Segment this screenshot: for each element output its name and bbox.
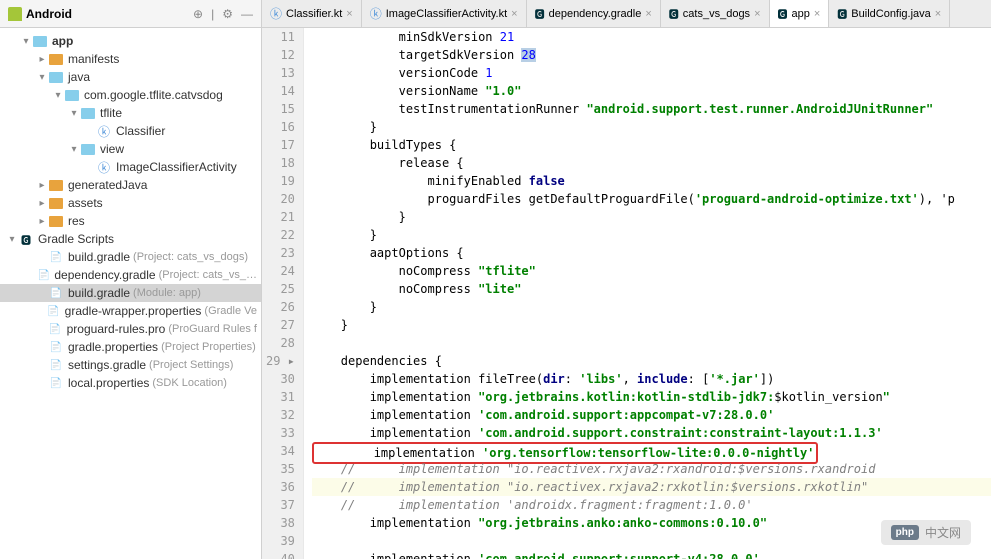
editor-tab[interactable]: ImageClassifierActivity.kt×	[362, 0, 527, 27]
tree-manifests[interactable]: ▸manifests	[0, 50, 261, 68]
tree-java[interactable]: ▾java	[0, 68, 261, 86]
divider-icon: |	[211, 7, 214, 21]
gear-icon[interactable]: ⚙	[222, 7, 233, 21]
tree-gradle-file[interactable]: 📄gradle.properties(Project Properties)	[0, 338, 261, 356]
tree-assets[interactable]: ▸assets	[0, 194, 261, 212]
editor-tab[interactable]: 🅶dependency.gradle×	[527, 0, 661, 27]
close-icon[interactable]: ×	[645, 8, 651, 20]
gutter: 1112131415161718192021222324252627282930…	[262, 28, 304, 559]
tree-view[interactable]: ▾view	[0, 140, 261, 158]
tree-gradle-file[interactable]: 📄proguard-rules.pro(ProGuard Rules f	[0, 320, 261, 338]
project-sidebar: Android ⊕ | ⚙ — ▾app ▸manifests ▾java ▾c…	[0, 0, 262, 559]
watermark: php 中文网	[881, 520, 971, 545]
sidebar-title: Android	[26, 7, 193, 21]
close-icon[interactable]: ×	[935, 8, 941, 20]
tree-app[interactable]: ▾app	[0, 32, 261, 50]
watermark-logo: php	[891, 525, 919, 540]
sidebar-header: Android ⊕ | ⚙ —	[0, 0, 261, 28]
tree-generated[interactable]: ▸generatedJava	[0, 176, 261, 194]
code-editor[interactable]: 1112131415161718192021222324252627282930…	[262, 28, 991, 559]
tree-gradle-file[interactable]: 📄local.properties(SDK Location)	[0, 374, 261, 392]
tree-tflite[interactable]: ▾tflite	[0, 104, 261, 122]
close-icon[interactable]: ×	[511, 8, 517, 20]
close-icon[interactable]: ×	[346, 8, 352, 20]
project-tree: ▾app ▸manifests ▾java ▾com.google.tflite…	[0, 28, 261, 559]
editor-tab[interactable]: 🅶cats_vs_dogs×	[661, 0, 770, 27]
editor-tab[interactable]: Classifier.kt×	[262, 0, 362, 27]
tree-activity[interactable]: ImageClassifierActivity	[0, 158, 261, 176]
tree-gradle-file[interactable]: 📄build.gradle(Module: app)	[0, 284, 261, 302]
close-icon[interactable]: ×	[754, 8, 760, 20]
tree-classifier[interactable]: Classifier	[0, 122, 261, 140]
tree-res[interactable]: ▸res	[0, 212, 261, 230]
tree-gradle-file[interactable]: 📄gradle-wrapper.properties(Gradle Ve	[0, 302, 261, 320]
tree-gradle-file[interactable]: 📄settings.gradle(Project Settings)	[0, 356, 261, 374]
android-icon	[8, 7, 22, 21]
editor-tab[interactable]: 🅶BuildConfig.java×	[829, 0, 950, 27]
editor-pane: Classifier.kt×ImageClassifierActivity.kt…	[262, 0, 991, 559]
editor-tabs: Classifier.kt×ImageClassifierActivity.kt…	[262, 0, 991, 28]
editor-tab[interactable]: 🅶app×	[770, 0, 830, 27]
tree-package[interactable]: ▾com.google.tflite.catvsdog	[0, 86, 261, 104]
close-icon[interactable]: ×	[814, 8, 820, 20]
code-content[interactable]: minSdkVersion 21 targetSdkVersion 28 ver…	[304, 28, 991, 559]
tree-gradle-scripts[interactable]: ▾🅶Gradle Scripts	[0, 230, 261, 248]
target-icon[interactable]: ⊕	[193, 7, 203, 21]
collapse-icon[interactable]: —	[241, 7, 253, 21]
watermark-text: 中文网	[925, 524, 961, 541]
tree-gradle-file[interactable]: 📄build.gradle(Project: cats_vs_dogs)	[0, 248, 261, 266]
tree-gradle-file[interactable]: 📄dependency.gradle(Project: cats_vs_…	[0, 266, 261, 284]
